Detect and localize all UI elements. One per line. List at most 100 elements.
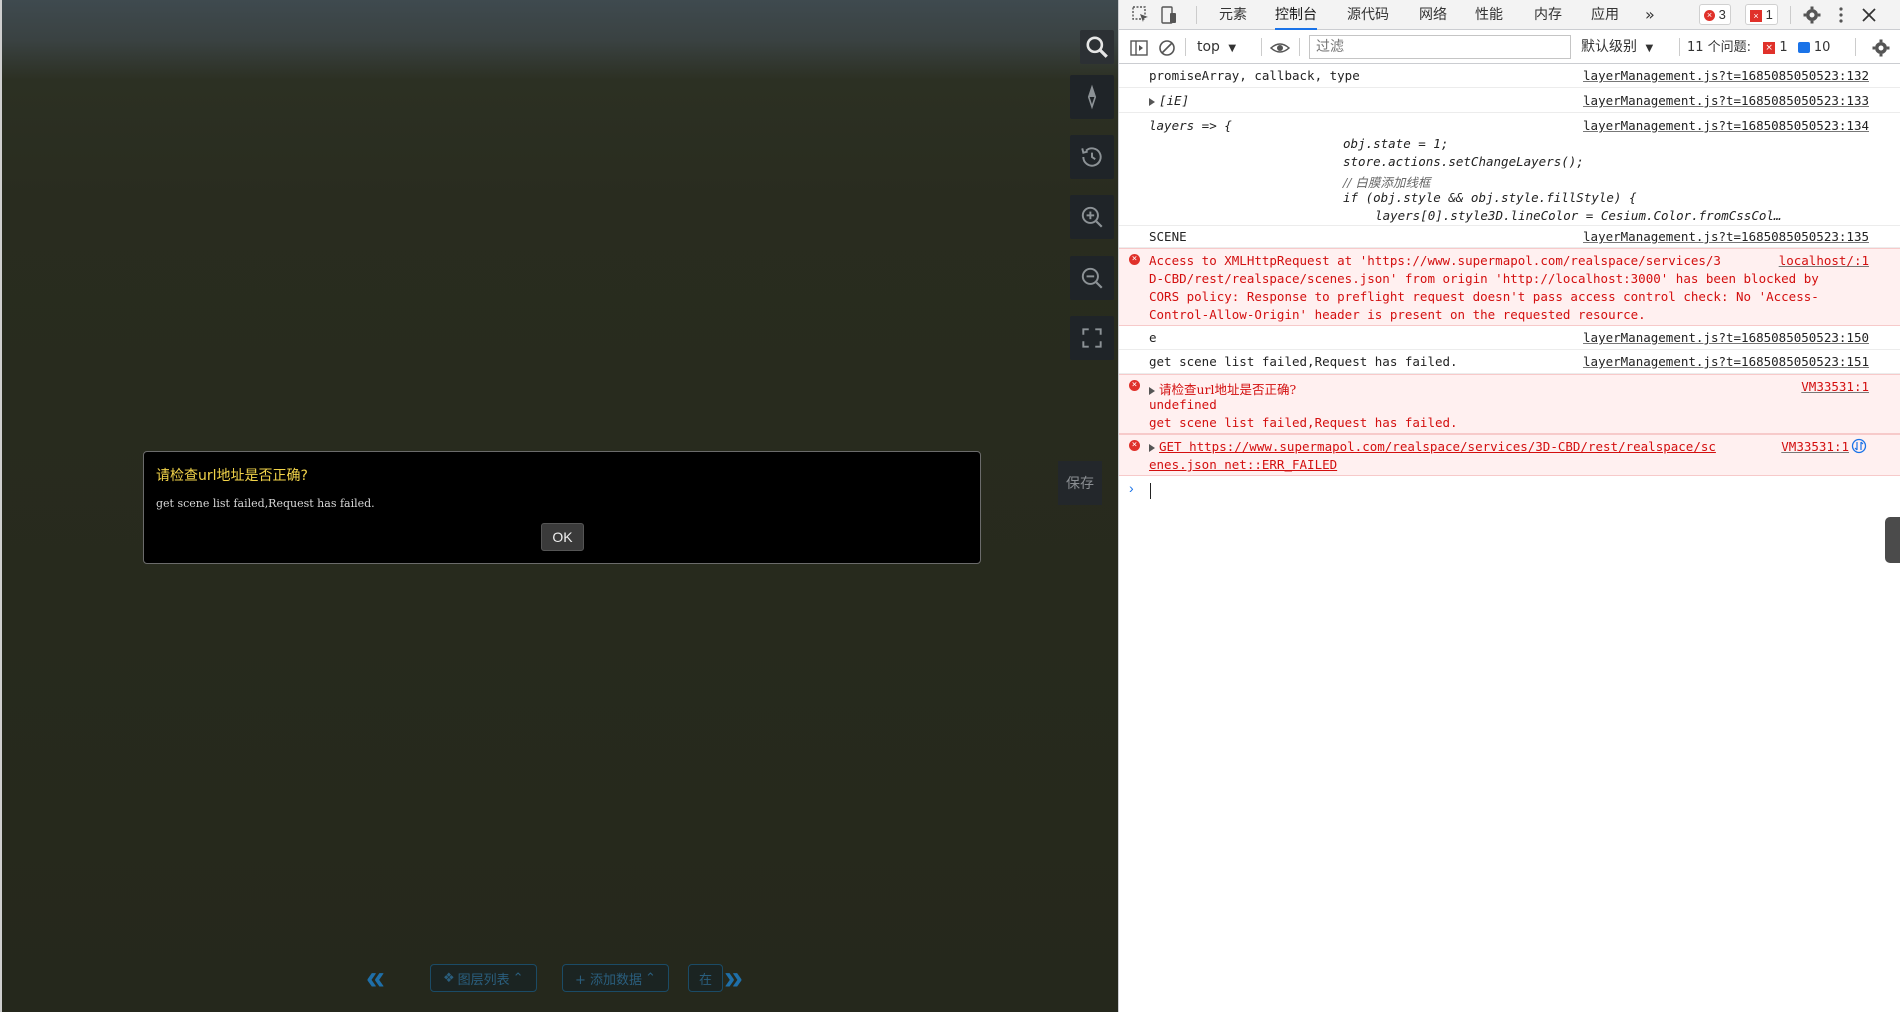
console-output: promiseArray, callback, type layerManage… bbox=[1119, 64, 1900, 506]
prompt-chevron-icon: › bbox=[1129, 480, 1134, 496]
history-icon bbox=[1081, 147, 1102, 167]
tab-application[interactable]: 应用 bbox=[1591, 0, 1619, 30]
add-data-label: + 添加数据 bbox=[575, 972, 643, 988]
issue-error-icon: × bbox=[1763, 41, 1776, 54]
more-tabs-button[interactable]: » bbox=[1645, 0, 1655, 30]
issues-info-count: 10 bbox=[1813, 40, 1831, 55]
issues-summary-button[interactable]: 11 个问题: × 1 10 bbox=[1687, 31, 1830, 64]
code-comment: // 白膜添加线框 bbox=[1343, 175, 1431, 190]
console-source-link[interactable]: localhost/:1 bbox=[1779, 253, 1869, 268]
console-source-link[interactable]: layerManagement.js?t=1685085050523:135 bbox=[1583, 229, 1869, 244]
tab-performance[interactable]: 性能 bbox=[1475, 0, 1503, 30]
error-line-text: GET https://www.supermapol.com/realspace… bbox=[1159, 439, 1716, 454]
compass-button[interactable] bbox=[1070, 75, 1114, 119]
errors-badge[interactable]: × 3 bbox=[1699, 4, 1731, 25]
issue-error-icon: × bbox=[1750, 9, 1762, 22]
error-icon: × bbox=[1129, 254, 1140, 265]
filter-input[interactable] bbox=[1309, 35, 1571, 59]
layer-list-button[interactable]: ❖ 图层列表 ⌃ bbox=[430, 964, 537, 992]
code-line: layers[0].style3D.lineColor = Cesium.Col… bbox=[1360, 208, 1782, 223]
console-prompt-row[interactable]: › bbox=[1119, 476, 1900, 506]
console-source-link[interactable]: layerManagement.js?t=1685085050523:134 bbox=[1583, 118, 1869, 133]
console-source-link[interactable]: layerManagement.js?t=1685085050523:133 bbox=[1583, 93, 1869, 108]
history-button[interactable] bbox=[1070, 135, 1114, 179]
issue-info-icon bbox=[1797, 42, 1810, 53]
inspect-element-icon[interactable] bbox=[1131, 5, 1151, 25]
console-source-link[interactable]: layerManagement.js?t=1685085050523:150 bbox=[1583, 330, 1869, 345]
issues-errors-count: 1 bbox=[1779, 40, 1788, 55]
error-line-text: 请检查url地址是否正确? bbox=[1159, 382, 1297, 397]
console-error-row: × GET https://www.supermapol.com/realspa… bbox=[1119, 434, 1900, 476]
error-icon: × bbox=[1704, 10, 1715, 22]
live-expression-eye-icon[interactable] bbox=[1270, 38, 1290, 58]
alert-dialog: 请检查url地址是否正确? get scene list failed,Requ… bbox=[143, 451, 981, 564]
error-line[interactable]: 请检查url地址是否正确? bbox=[1149, 379, 1296, 398]
fullscreen-button[interactable] bbox=[1070, 316, 1114, 360]
console-message: SCENE bbox=[1149, 229, 1187, 244]
console-row: promiseArray, callback, type layerManage… bbox=[1119, 64, 1900, 88]
alert-title: 请检查url地址是否正确? bbox=[156, 468, 308, 484]
log-level-value: 默认级别 bbox=[1581, 39, 1637, 55]
code-line: obj.state = 1; bbox=[1343, 136, 1449, 151]
console-row: get scene list failed,Request has failed… bbox=[1119, 350, 1900, 374]
double-chevron-right-icon[interactable]: » bbox=[724, 958, 743, 998]
alert-ok-button[interactable]: OK bbox=[541, 523, 584, 551]
error-line: get scene list failed,Request has failed… bbox=[1149, 415, 1458, 430]
sidebar-toggle-icon[interactable] bbox=[1129, 38, 1149, 58]
settings-gear-icon[interactable] bbox=[1802, 5, 1822, 25]
add-data-button[interactable]: + 添加数据 ⌃ bbox=[562, 964, 669, 992]
console-source-link[interactable]: layerManagement.js?t=1685085050523:132 bbox=[1583, 68, 1869, 83]
network-request-icon[interactable] bbox=[1851, 438, 1867, 454]
tab-network[interactable]: 网络 bbox=[1419, 0, 1447, 30]
console-message[interactable]: [iE] bbox=[1149, 93, 1189, 108]
console-source-link[interactable]: layerManagement.js?t=1685085050523:151 bbox=[1583, 354, 1869, 369]
map-viewport[interactable]: 保存 请检查url地址是否正确? get scene list failed,R… bbox=[0, 0, 1118, 1012]
tab-sources[interactable]: 源代码 bbox=[1347, 0, 1389, 30]
console-source-link[interactable]: VM33531:1 bbox=[1801, 379, 1869, 394]
console-row: SCENE layerManagement.js?t=1685085050523… bbox=[1119, 226, 1900, 248]
console-toolbar: top ▼ 默认级别 ▼ 11 个问题: × 1 10 bbox=[1119, 31, 1900, 64]
tab-console[interactable]: 控制台 bbox=[1275, 0, 1317, 30]
context-selector-value: top bbox=[1197, 39, 1220, 55]
drawer-resize-handle[interactable] bbox=[1885, 517, 1900, 563]
search-button[interactable] bbox=[1080, 30, 1114, 64]
tab-elements[interactable]: 元素 bbox=[1219, 0, 1247, 30]
device-toggle-icon[interactable] bbox=[1159, 5, 1179, 25]
console-source-link[interactable]: VM33531:1 bbox=[1781, 439, 1849, 454]
nav-item-partial[interactable]: 在 bbox=[688, 964, 724, 992]
divider bbox=[1299, 38, 1300, 56]
console-error-row: × Access to XMLHttpRequest at 'https://w… bbox=[1119, 248, 1900, 326]
code-line: store.actions.setChangeLayers(); bbox=[1343, 154, 1584, 169]
issues-summary-label: 11 个问题: bbox=[1687, 40, 1752, 55]
search-icon bbox=[1086, 36, 1108, 58]
expand-triangle-icon bbox=[1149, 443, 1155, 452]
save-button[interactable]: 保存 bbox=[1058, 461, 1102, 505]
zoom-out-button[interactable] bbox=[1070, 256, 1114, 300]
divider bbox=[1679, 38, 1680, 56]
double-chevron-left-icon[interactable]: « bbox=[366, 958, 385, 998]
error-line: undefined bbox=[1149, 397, 1217, 412]
errors-count: 3 bbox=[1718, 7, 1726, 22]
log-level-selector[interactable]: 默认级别 ▼ bbox=[1581, 31, 1653, 64]
tab-memory[interactable]: 内存 bbox=[1534, 0, 1562, 30]
close-icon[interactable] bbox=[1859, 5, 1879, 25]
console-message-text: [iE] bbox=[1159, 93, 1190, 108]
chevron-up-icon: ⌃ bbox=[512, 970, 524, 986]
console-error-row: × 请检查url地址是否正确? undefined get scene list… bbox=[1119, 374, 1900, 434]
console-settings-gear-icon[interactable] bbox=[1871, 38, 1891, 58]
console-input-caret[interactable] bbox=[1150, 483, 1151, 499]
clear-console-icon[interactable] bbox=[1157, 38, 1177, 58]
console-row: layers => { layerManagement.js?t=1685085… bbox=[1119, 113, 1900, 226]
zoom-out-icon bbox=[1081, 267, 1103, 289]
divider bbox=[1196, 6, 1197, 24]
dropdown-arrow-icon: ▼ bbox=[1228, 43, 1237, 54]
bottom-nav: « ❖ 图层列表 ⌃ + 添加数据 ⌃ 在 » bbox=[362, 958, 762, 998]
issues-badge[interactable]: × 1 bbox=[1745, 4, 1778, 25]
devtools-tabbar: 元素 控制台 源代码 网络 性能 内存 应用 » × 3 × 1 bbox=[1119, 0, 1900, 30]
context-selector[interactable]: top ▼ bbox=[1197, 31, 1236, 64]
error-line[interactable]: GET https://www.supermapol.com/realspace… bbox=[1149, 439, 1716, 454]
zoom-in-button[interactable] bbox=[1070, 195, 1114, 239]
compass-icon bbox=[1087, 84, 1097, 110]
more-options-icon[interactable] bbox=[1831, 5, 1851, 25]
devtools-panel: 元素 控制台 源代码 网络 性能 内存 应用 » × 3 × 1 top ▼ 过… bbox=[1118, 0, 1900, 1012]
